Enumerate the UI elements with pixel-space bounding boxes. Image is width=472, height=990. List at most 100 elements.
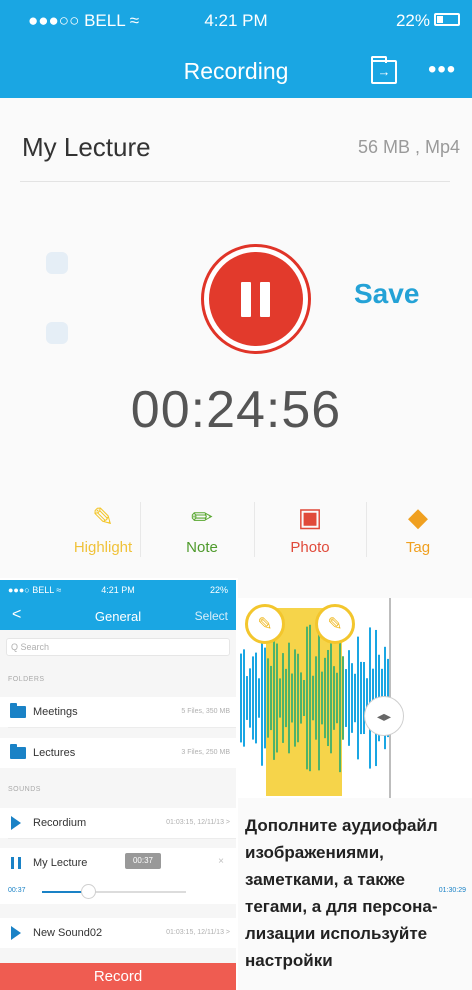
play-icon[interactable]	[11, 926, 21, 940]
sound-name: New Sound02	[33, 927, 103, 939]
sound-name: Recordium	[33, 817, 87, 829]
waveform-bar	[339, 623, 341, 773]
waveform-bar	[261, 630, 263, 766]
waveform-bar	[240, 653, 242, 743]
more-options-button[interactable]: •••	[428, 56, 456, 84]
waveform-bar	[351, 663, 353, 733]
close-icon[interactable]: ×	[218, 856, 224, 867]
battery-percent: 22%	[395, 11, 430, 30]
waveform-bar	[300, 672, 302, 724]
status-bar: ●●●○○ BELL ≈ 4:21 PM 22%	[0, 0, 472, 40]
waveform-bar	[243, 649, 245, 747]
tool-highlight[interactable]: ✎ Highlight	[48, 500, 158, 556]
folder-move-button[interactable]: →	[371, 56, 397, 84]
nav-bar: Recording	[0, 40, 472, 98]
waveform-bar	[348, 650, 350, 746]
record-button[interactable]: Record	[0, 963, 236, 990]
tool-photo-label: Photo	[290, 539, 330, 556]
folder-name: Meetings	[33, 706, 78, 718]
inset-nav-bar: < General Select	[0, 600, 236, 630]
tool-note[interactable]: ✏ Note	[147, 500, 257, 556]
tool-photo[interactable]: ▣ Photo	[255, 500, 365, 556]
waveform-bar	[267, 658, 269, 738]
waveform-bar	[315, 656, 317, 740]
folder-name: Lectures	[33, 747, 76, 759]
pause-button[interactable]	[209, 252, 303, 346]
save-button[interactable]: Save	[354, 278, 419, 310]
waveform-bar	[270, 665, 272, 731]
waveform-bar	[273, 636, 275, 760]
waveform-bar	[303, 679, 305, 717]
sound-info: 01:03:15, 12/11/13 >	[166, 929, 230, 936]
tool-tag-label: Tag	[405, 539, 431, 556]
search-input[interactable]: Q Search	[6, 638, 230, 656]
sound-row[interactable]: Recordium 01:03:15, 12/11/13 >	[0, 808, 236, 838]
waveform-bar	[255, 652, 257, 744]
waveform-bar	[252, 656, 254, 740]
waveform-bar	[309, 624, 311, 772]
play-icon[interactable]	[11, 816, 21, 830]
tool-divider	[140, 502, 141, 557]
waveform-bar	[291, 673, 293, 723]
waveform-bar	[342, 656, 344, 740]
battery-icon	[434, 13, 460, 26]
divider	[20, 181, 450, 182]
row-divider	[8, 838, 236, 839]
waveform-bar	[312, 675, 314, 721]
waveform-bar	[306, 626, 308, 770]
folder-arrow-icon: →	[377, 64, 391, 79]
highlight-marker-start[interactable]: ✎	[245, 604, 285, 644]
recording-timer: 00:24:56	[130, 381, 342, 439]
folder-info: 5 Files, 350 MB	[181, 708, 230, 715]
waveform-bar	[324, 657, 326, 739]
playback-knob[interactable]	[81, 884, 97, 899]
folder-icon	[10, 703, 26, 718]
sound-info: 01:03:15, 12/11/13 >	[166, 819, 230, 826]
playback-start-time: 00:37	[8, 887, 26, 894]
waveform-bar	[336, 672, 338, 724]
highlight-marker-end[interactable]: ✎	[315, 604, 355, 644]
seek-handle[interactable]: ◂▸	[364, 696, 404, 736]
waveform-bar	[258, 678, 260, 718]
waveform-bar	[357, 636, 359, 760]
waveform-bar	[288, 642, 290, 754]
folder-icon	[10, 744, 26, 759]
waveform-bar	[360, 661, 362, 735]
folders-header: FOLDERS	[8, 676, 45, 683]
waveform-bar	[297, 653, 299, 743]
inset-battery: 22%	[209, 585, 228, 595]
waveform-bar	[285, 668, 287, 728]
caption-text: Дополните аудиофайл изображениями, замет…	[245, 816, 438, 970]
waveform-bar	[294, 649, 296, 747]
waveform-bar	[327, 649, 329, 747]
playback-tooltip: 00:37	[125, 853, 161, 869]
waveform-bar	[354, 673, 356, 723]
waveform-bar	[369, 627, 371, 769]
waveform-bar	[282, 653, 284, 743]
tool-note-label: Note	[186, 539, 218, 556]
waveform-bar	[330, 642, 332, 754]
select-button[interactable]: Select	[195, 609, 228, 623]
pause-icon[interactable]	[11, 857, 21, 869]
pencil-icon: ✏	[191, 502, 213, 532]
row-divider	[8, 727, 236, 728]
waveform-bar	[249, 668, 251, 728]
recording-name[interactable]: My Lecture	[22, 132, 151, 163]
playback-end-time: 01:30:29	[438, 887, 466, 894]
sound-name: My Lecture	[33, 857, 88, 869]
folder-info: 3 Files, 250 MB	[181, 749, 230, 756]
waveform-bar	[279, 678, 281, 718]
sound-row[interactable]: New Sound02 01:03:15, 12/11/13 >	[0, 918, 236, 948]
sound-row-playing[interactable]: My Lecture ×	[0, 848, 236, 904]
folder-row[interactable]: Lectures 3 Files, 250 MB	[0, 738, 236, 768]
highlighter-icon: ✎	[92, 502, 114, 532]
inset-status-bar: ●●●○ BELL ≈ 4:21 PM 22%	[0, 580, 236, 600]
waveform-bar	[345, 669, 347, 727]
page-title: Recording	[183, 58, 289, 84]
image-icon: ▣	[297, 502, 323, 532]
tool-tag[interactable]: ◆ Tag	[363, 500, 472, 556]
sounds-header: SOUNDS	[8, 786, 41, 793]
waveform-bar	[321, 671, 323, 725]
folder-row[interactable]: Meetings 5 Files, 350 MB	[0, 697, 236, 727]
camera-icon	[46, 252, 68, 274]
